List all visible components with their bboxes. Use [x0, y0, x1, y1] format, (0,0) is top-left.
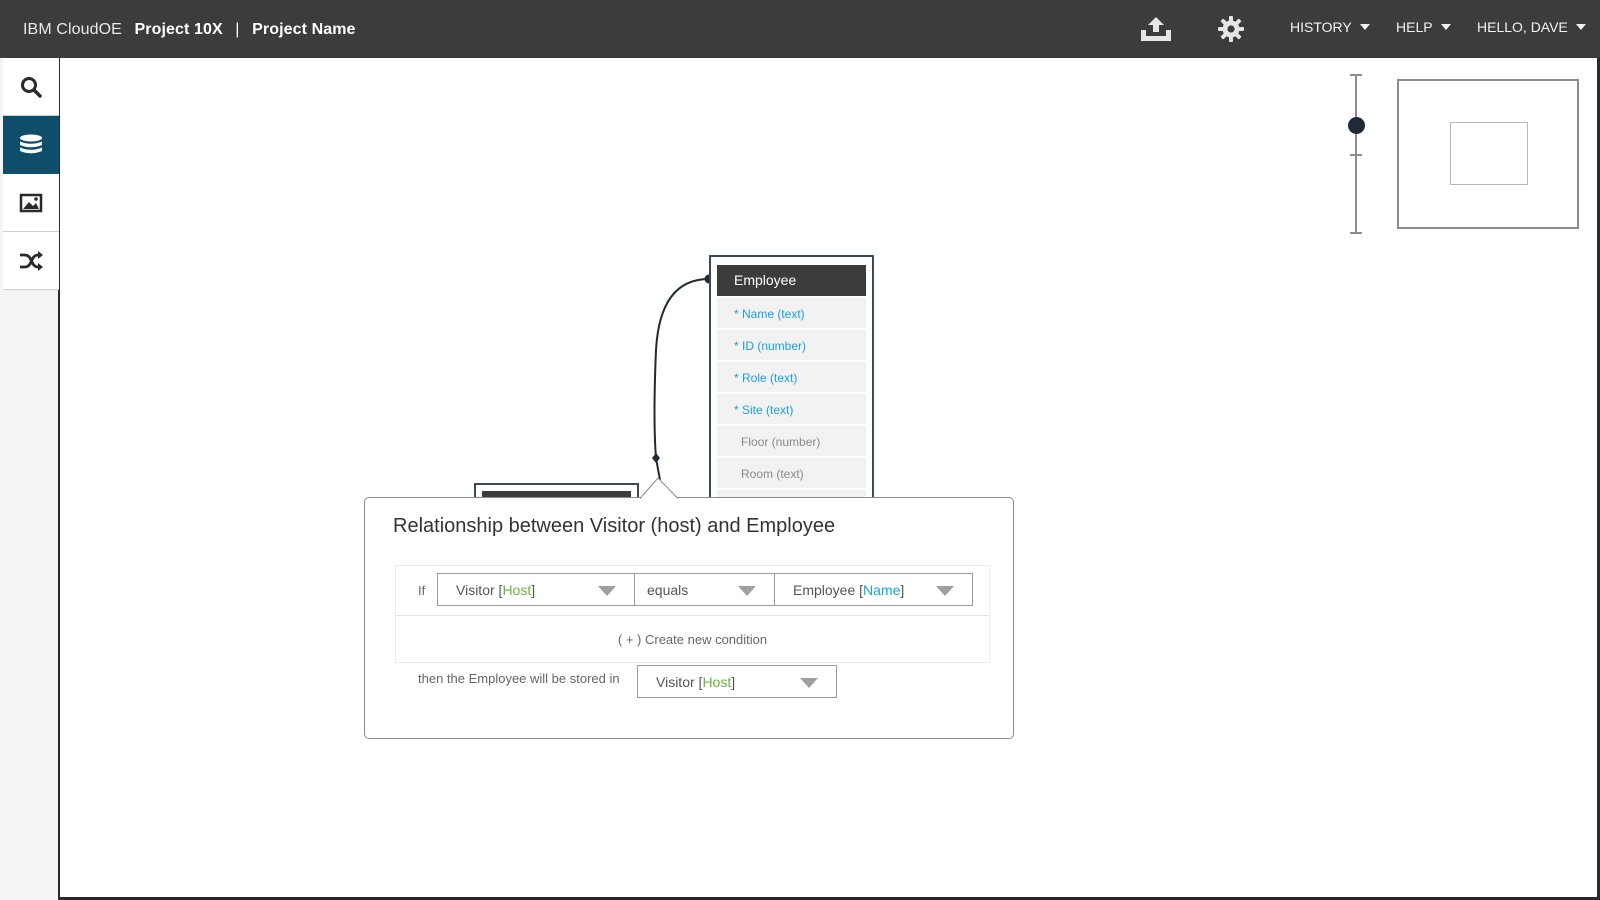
then-label: then the Employee will be stored in: [418, 671, 620, 686]
top-bar: IBM CloudOE Project 10X | Project Name H…: [0, 0, 1600, 58]
sidebar-item-media[interactable]: [3, 174, 59, 232]
entity-field[interactable]: Floor (number): [717, 426, 866, 456]
chevron-down-icon: [1575, 24, 1586, 30]
entity-field[interactable]: * Site (text): [717, 394, 866, 424]
user-greeting: HELLO, DAVE: [1477, 19, 1568, 35]
minimap-viewport[interactable]: [1450, 122, 1528, 185]
help-label: HELP: [1396, 19, 1433, 35]
dropdown-arrow-icon: [598, 586, 616, 596]
history-label: HISTORY: [1290, 19, 1352, 35]
select-field: Host: [702, 674, 732, 690]
select-field: Name: [863, 582, 901, 598]
title-separator: |: [235, 21, 240, 38]
sidebar-item-data[interactable]: [3, 116, 59, 174]
right-operand-select[interactable]: Employee [Name]: [774, 573, 973, 606]
create-condition-button[interactable]: ( + ) Create new condition: [396, 617, 989, 662]
dialog-pointer: [639, 477, 679, 499]
select-field: Host: [502, 582, 532, 598]
shuffle-icon: [20, 250, 43, 271]
entity-field[interactable]: * Name (text): [717, 298, 866, 328]
database-icon: [20, 134, 42, 153]
chevron-down-icon: [1359, 24, 1370, 30]
entity-field[interactable]: * ID (number): [717, 330, 866, 360]
zoom-mid-tick: [1350, 154, 1362, 156]
select-entity: Employee: [793, 582, 856, 598]
image-icon: [19, 193, 43, 212]
entity-field[interactable]: Room (text): [717, 458, 866, 488]
zoom-slider-handle[interactable]: [1348, 117, 1365, 134]
if-label: If: [418, 583, 426, 598]
org-name: IBM CloudOE: [23, 21, 122, 38]
left-operand-select[interactable]: Visitor [Host]: [437, 573, 635, 606]
conditions-panel: If Visitor [Host] equals Employee [Name]…: [395, 565, 990, 663]
sidebar-item-flows[interactable]: [3, 232, 59, 290]
dropdown-arrow-icon: [800, 678, 818, 688]
upload-icon: [1141, 17, 1171, 41]
dropdown-arrow-icon: [936, 586, 954, 596]
minimap[interactable]: [1397, 79, 1579, 229]
user-menu[interactable]: HELLO, DAVE: [1477, 19, 1586, 35]
dialog-title: Relationship between Visitor (host) and …: [393, 515, 836, 537]
target-select[interactable]: Visitor [Host]: [637, 665, 837, 698]
select-operator: equals: [647, 582, 689, 598]
search-icon: [21, 76, 42, 98]
gear-icon: [1218, 16, 1244, 42]
operator-select[interactable]: equals: [634, 573, 775, 606]
settings-button[interactable]: [1215, 14, 1247, 44]
entity-field[interactable]: * Role (text): [717, 362, 866, 392]
condition-row: If Visitor [Host] equals Employee [Name]: [396, 566, 989, 616]
history-menu[interactable]: HISTORY: [1290, 19, 1370, 35]
entity-title[interactable]: Employee: [717, 265, 866, 296]
select-entity: Visitor: [456, 582, 495, 598]
left-sidebar: [0, 58, 60, 900]
relationship-dialog: Relationship between Visitor (host) and …: [364, 477, 1014, 739]
brand: IBM CloudOE Project 10X | Project Name: [23, 21, 356, 39]
zoom-min-cap: [1350, 232, 1362, 234]
select-entity: Visitor: [656, 674, 695, 690]
zoom-max-cap: [1350, 74, 1362, 76]
project-name[interactable]: Project Name: [252, 21, 355, 38]
sidebar-item-search[interactable]: [3, 58, 59, 116]
chevron-down-icon: [1440, 24, 1451, 30]
upload-button[interactable]: [1140, 14, 1172, 44]
help-menu[interactable]: HELP: [1396, 19, 1451, 35]
project-label[interactable]: Project 10X: [134, 21, 222, 38]
dropdown-arrow-icon: [738, 586, 756, 596]
entity-employee[interactable]: Employee * Name (text) * ID (number) * R…: [709, 255, 874, 505]
